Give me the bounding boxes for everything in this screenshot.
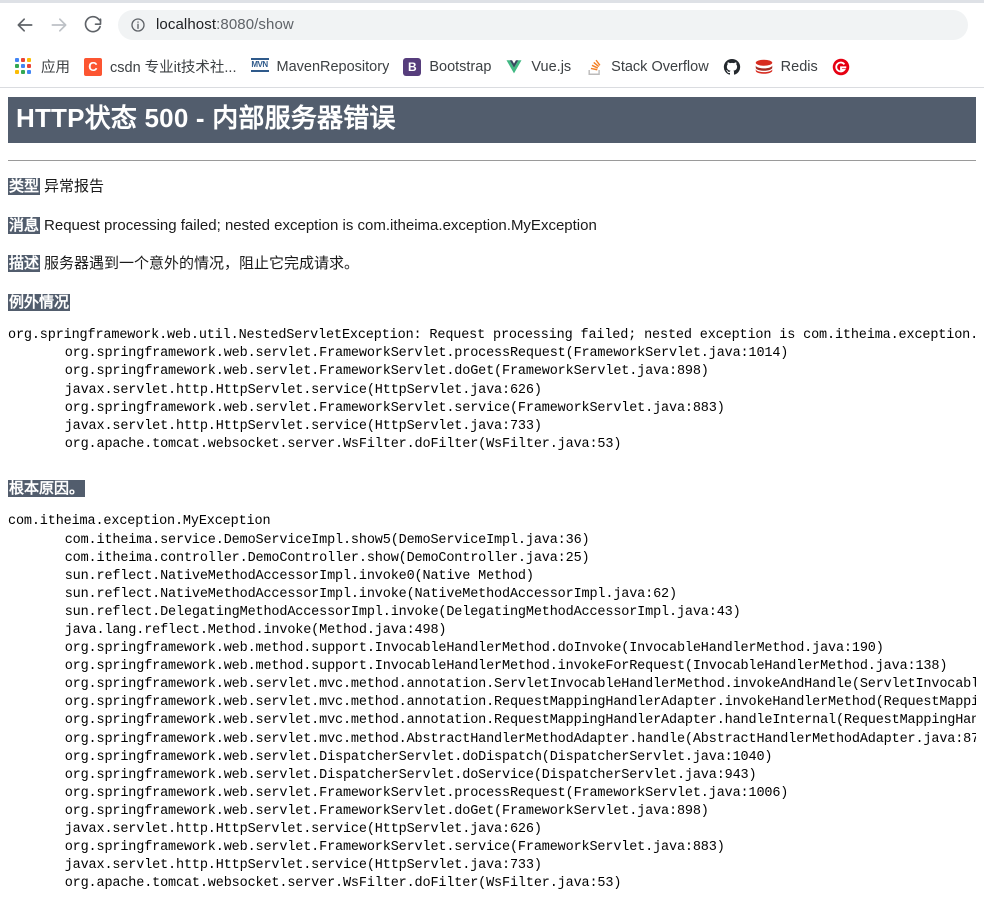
stack-trace-line: javax.servlet.http.HttpServlet.service(H… (64, 858, 542, 874)
maven-icon: MVN (250, 57, 269, 76)
bookmark-label: Bootstrap (429, 58, 492, 75)
stack-trace-line: org.springframework.web.servlet.Framewor… (64, 400, 725, 416)
bookmark-label: MavenRepository (276, 58, 390, 75)
error-type-row: 类型 异常报告 (8, 176, 976, 199)
stack-trace-line: com.itheima.service.DemoServiceImpl.show… (64, 532, 590, 548)
bookmark-github[interactable] (716, 54, 748, 80)
stack-trace-line: org.springframework.web.servlet.Framewor… (64, 840, 725, 856)
redis-icon (755, 58, 773, 76)
bookmark-apps[interactable]: 应用 (8, 52, 77, 81)
exception-section-heading: 例外情况 (8, 292, 976, 315)
browser-chrome: localhost:8080/show 应用 C csdn 专业it技术社...… (0, 0, 984, 88)
bookmark-label: Redis (780, 58, 818, 75)
stack-trace-line: java.lang.reflect.Method.invoke(Method.j… (64, 623, 447, 639)
browser-toolbar: localhost:8080/show (0, 3, 984, 46)
stack-trace-line: org.springframework.web.method.support.I… (64, 641, 884, 657)
partial-bookmark-icon (832, 58, 850, 76)
bookmark-redis[interactable]: Redis (748, 54, 825, 80)
root-cause-stack-trace: com.itheima.exception.MyException com.ith… (8, 513, 976, 893)
error-message-value: Request processing failed; nested except… (44, 216, 597, 234)
stack-trace-line: org.springframework.web.servlet.Framewor… (64, 803, 709, 819)
title-divider (8, 160, 976, 162)
stack-trace-line: javax.servlet.http.HttpServlet.service(H… (64, 822, 542, 838)
bookmark-csdn[interactable]: C csdn 专业it技术社... (77, 52, 244, 81)
url-text: localhost:8080/show (156, 16, 294, 33)
stack-trace-line: org.springframework.web.servlet.Framewor… (64, 346, 789, 362)
stack-trace-line: org.springframework.web.servlet.mvc.meth… (64, 695, 976, 711)
reload-button[interactable] (76, 8, 110, 42)
error-message-label: 消息 (8, 216, 41, 234)
bookmarks-bar: 应用 C csdn 专业it技术社... MVN MavenRepository… (0, 46, 984, 88)
stack-trace-line: sun.reflect.DelegatingMethodAccessorImpl… (64, 604, 741, 620)
root-cause-section-heading: 根本原因。 (8, 478, 976, 501)
stack-trace-line: org.springframework.web.servlet.Dispatch… (64, 767, 757, 783)
bookmark-label: 应用 (41, 60, 70, 76)
bookmark-stack-overflow[interactable]: Stack Overflow (578, 54, 716, 80)
stack-trace-line: org.apache.tomcat.websocket.server.WsFil… (64, 876, 622, 892)
bookmark-vuejs[interactable]: Vue.js (498, 54, 578, 80)
stack-trace-line: org.springframework.web.servlet.Dispatch… (64, 749, 773, 765)
stackoverflow-icon (585, 58, 603, 76)
stack-trace-line: org.springframework.web.servlet.mvc.meth… (64, 731, 976, 747)
csdn-icon: C (84, 57, 102, 76)
site-info-icon[interactable] (130, 17, 146, 33)
error-description-row: 描述 服务器遇到一个意外的情况，阻止它完成请求。 (8, 253, 976, 276)
url-path: :8080/show (216, 16, 294, 33)
root-cause-label: 根本原因。 (8, 479, 86, 497)
bookmark-label: csdn 专业it技术社... (110, 60, 237, 76)
bookmark-partial[interactable] (825, 54, 857, 80)
stack-trace-line: sun.reflect.NativeMethodAccessorImpl.inv… (64, 586, 677, 602)
stack-trace-line: org.springframework.web.util.NestedServl… (8, 328, 976, 344)
bookmark-bootstrap[interactable]: B Bootstrap (396, 54, 498, 80)
stack-trace-line: org.springframework.web.method.support.I… (64, 659, 948, 675)
stack-trace-line: org.apache.tomcat.websocket.server.WsFil… (64, 436, 622, 452)
exception-label: 例外情况 (8, 293, 71, 311)
bookmark-maven-repository[interactable]: MVN MavenRepository (244, 54, 397, 80)
stack-trace-line: com.itheima.exception.MyException (8, 514, 271, 530)
exception-stack-trace: org.springframework.web.util.NestedServl… (8, 327, 976, 454)
github-icon (723, 58, 741, 76)
stack-trace-line: org.springframework.web.servlet.mvc.meth… (64, 677, 976, 693)
error-description-value: 服务器遇到一个意外的情况，阻止它完成请求。 (44, 255, 360, 273)
forward-button[interactable] (42, 8, 76, 42)
stack-trace-line: org.springframework.web.servlet.Framewor… (64, 364, 709, 380)
error-type-value: 异常报告 (44, 178, 105, 196)
bookmark-label: Stack Overflow (611, 58, 709, 75)
stack-trace-line: sun.reflect.NativeMethodAccessorImpl.inv… (64, 568, 534, 584)
error-type-label: 类型 (8, 178, 41, 196)
back-button[interactable] (8, 8, 42, 42)
stack-trace-line: com.itheima.controller.DemoController.sh… (64, 550, 590, 566)
error-message-row: 消息 Request processing failed; nested exce… (8, 215, 976, 238)
error-page: HTTP状态 500 - 内部服务器错误 类型 异常报告 消息 Request pr… (0, 97, 984, 902)
vuejs-icon (505, 58, 523, 76)
stack-trace-line: org.springframework.web.servlet.mvc.meth… (64, 713, 976, 729)
page-title: HTTP状态 500 - 内部服务器错误 (8, 97, 976, 143)
url-host: localhost (156, 16, 217, 33)
bootstrap-icon: B (403, 57, 422, 76)
stack-trace-line: org.springframework.web.servlet.Framewor… (64, 785, 789, 801)
stack-trace-line: javax.servlet.http.HttpServlet.service(H… (64, 382, 542, 398)
address-bar[interactable]: localhost:8080/show (118, 9, 968, 40)
bookmark-label: Vue.js (531, 58, 572, 75)
error-description-label: 描述 (8, 255, 41, 273)
stack-trace-line: javax.servlet.http.HttpServlet.service(H… (64, 418, 542, 434)
apps-grid-icon (15, 57, 33, 76)
